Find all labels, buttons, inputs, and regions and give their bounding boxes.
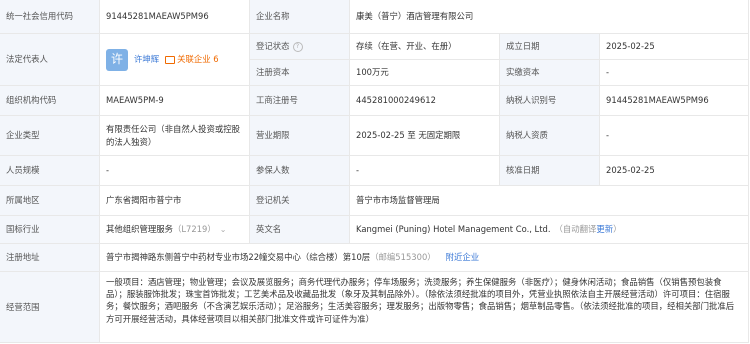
taxpayer-qual-value: - xyxy=(600,116,749,156)
postcode: （邮编515300） xyxy=(370,252,436,262)
question-circle-icon[interactable]: ? xyxy=(292,41,303,52)
paid-capital-value: - xyxy=(600,60,749,86)
update-translation-link[interactable]: 更新 xyxy=(596,223,613,236)
reg-authority-label: 登记机关 xyxy=(250,186,350,216)
english-name-label: 英文名 xyxy=(250,216,350,244)
related-company-icon xyxy=(165,55,176,64)
reg-capital-value: 100万元 xyxy=(350,60,500,86)
reg-capital-label: 注册资本 xyxy=(250,60,350,86)
approval-date-value: 2025-02-25 xyxy=(600,156,749,186)
paid-capital-label: 实缴资本 xyxy=(500,60,600,86)
staff-size-value: - xyxy=(100,156,250,186)
address-text: 普宁市揭神路东侧普宁中药材专业市场22幢交易中心（综合楼）第10层 xyxy=(106,252,371,262)
company-name-value: 康美（普宁）酒店管理有限公司 xyxy=(350,0,749,34)
taxpayer-id-label: 纳税人识别号 xyxy=(500,86,600,116)
insured-label: 参保人数 xyxy=(250,156,350,186)
term-label: 营业期限 xyxy=(250,116,350,156)
legal-rep-name-link[interactable]: 许坤辉 xyxy=(134,53,159,66)
address-label: 注册地址 xyxy=(0,244,100,272)
reg-status-value: 存续（在营、开业、在册） xyxy=(350,34,500,60)
credit-code-label: 统一社会信用代码 xyxy=(0,0,100,34)
auto-translate-note-close: ） xyxy=(613,224,622,234)
org-code-value: MAEAW5PM-9 xyxy=(100,86,250,116)
biz-reg-no-value: 445281000249612 xyxy=(350,86,500,116)
industry-code: （L7219） xyxy=(173,224,216,234)
company-type-label: 企业类型 xyxy=(0,116,100,156)
term-value: 2025-02-25 至 无固定期限 xyxy=(350,116,500,156)
scope-value: 一般项目：酒店管理；物业管理；会议及展览服务；商务代理代办服务；停车场服务；洗烫… xyxy=(100,272,749,343)
approval-date-label: 核准日期 xyxy=(500,156,600,186)
chevron-down-icon[interactable]: ⌄ xyxy=(220,223,227,236)
related-company-link[interactable]: 关联企业 6 xyxy=(177,53,219,66)
auto-translate-note: （自动翻译 xyxy=(554,224,597,234)
company-name-label: 企业名称 xyxy=(250,0,350,34)
region-value: 广东省揭阳市普宁市 xyxy=(100,186,250,216)
est-date-label: 成立日期 xyxy=(500,34,600,60)
nearby-companies-link[interactable]: 附近企业 xyxy=(446,251,480,264)
credit-code-value: 91445281MAEAW5PM96 xyxy=(100,0,250,34)
industry-name: 其他组织管理服务 xyxy=(106,224,173,234)
biz-reg-no-label: 工商注册号 xyxy=(250,86,350,116)
taxpayer-id-value: 91445281MAEAW5PM96 xyxy=(600,86,749,116)
est-date-value: 2025-02-25 xyxy=(600,34,749,60)
insured-value: - xyxy=(350,156,500,186)
english-name-value: Kangmei (Puning) Hotel Management Co., L… xyxy=(350,216,749,244)
staff-size-label: 人员规模 xyxy=(0,156,100,186)
org-code-label: 组织机构代码 xyxy=(0,86,100,116)
scope-label: 经营范围 xyxy=(0,272,100,343)
legal-rep-label: 法定代表人 xyxy=(0,34,100,86)
region-label: 所属地区 xyxy=(0,186,100,216)
legal-rep-avatar[interactable]: 许 xyxy=(106,48,128,71)
legal-rep-value: 许 许坤辉 关联企业 6 xyxy=(100,34,250,86)
reg-authority-value: 普宁市市场监督管理局 xyxy=(350,186,749,216)
business-info-table: 统一社会信用代码 91445281MAEAW5PM96 企业名称 康美（普宁）酒… xyxy=(0,0,749,343)
industry-label: 国标行业 xyxy=(0,216,100,244)
english-name-text: Kangmei (Puning) Hotel Management Co., L… xyxy=(356,224,551,234)
reg-status-label: 登记状态? xyxy=(250,34,350,60)
address-value: 普宁市揭神路东侧普宁中药材专业市场22幢交易中心（综合楼）第10层 （邮编515… xyxy=(100,244,749,272)
industry-value[interactable]: 其他组织管理服务 （L7219） ⌄ xyxy=(100,216,250,244)
taxpayer-qual-label: 纳税人资质 xyxy=(500,116,600,156)
company-type-value: 有限责任公司（非自然人投资或控股的法人独资） xyxy=(100,116,250,156)
